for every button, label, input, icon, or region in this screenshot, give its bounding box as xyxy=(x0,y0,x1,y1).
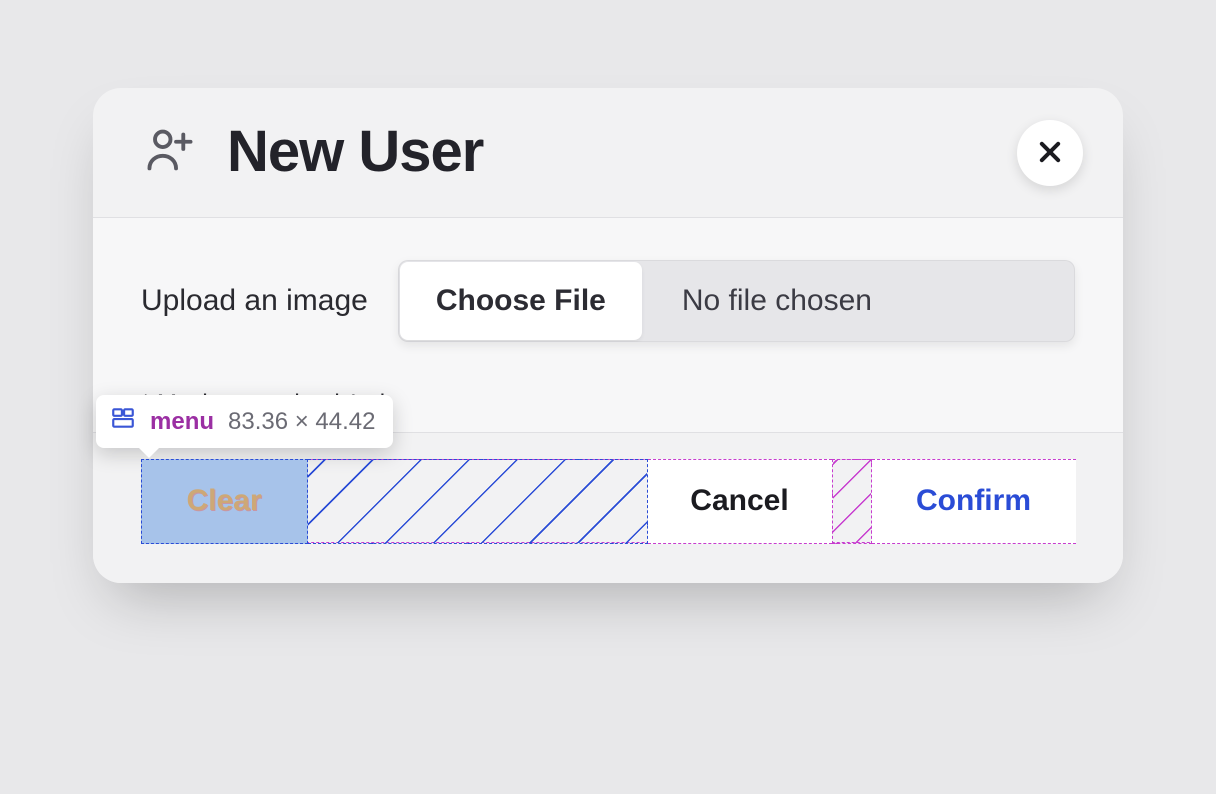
layout-icon xyxy=(110,405,136,438)
file-status-text: No file chosen xyxy=(644,260,1075,342)
close-icon xyxy=(1036,138,1064,169)
dialog-footer: menu 83.36 × 44.42 Clear Cancel Confirm xyxy=(93,432,1123,583)
close-button[interactable] xyxy=(1017,120,1083,186)
file-picker: Choose File No file chosen xyxy=(398,260,1075,342)
clear-button[interactable]: Clear xyxy=(141,459,308,544)
cancel-button[interactable]: Cancel xyxy=(648,459,832,544)
tooltip-tag: menu xyxy=(150,408,214,436)
devtools-tooltip: menu 83.36 × 44.42 xyxy=(96,395,393,448)
dialog-header: New User xyxy=(93,88,1123,217)
button-gap xyxy=(832,459,872,544)
new-user-dialog: New User Upload an image Choose File No … xyxy=(93,88,1123,583)
user-plus-icon xyxy=(141,120,199,183)
upload-label: Upload an image xyxy=(141,284,368,318)
flex-spacer xyxy=(308,459,648,544)
tooltip-dimensions: 83.36 × 44.42 xyxy=(228,408,375,436)
choose-file-button[interactable]: Choose File xyxy=(400,262,642,340)
confirm-button[interactable]: Confirm xyxy=(872,459,1076,544)
clear-button-label: Clear xyxy=(186,484,261,517)
footer-button-row: Clear Cancel Confirm xyxy=(141,459,1075,543)
dialog-title: New User xyxy=(227,118,483,185)
upload-row: Upload an image Choose File No file chos… xyxy=(141,260,1075,342)
